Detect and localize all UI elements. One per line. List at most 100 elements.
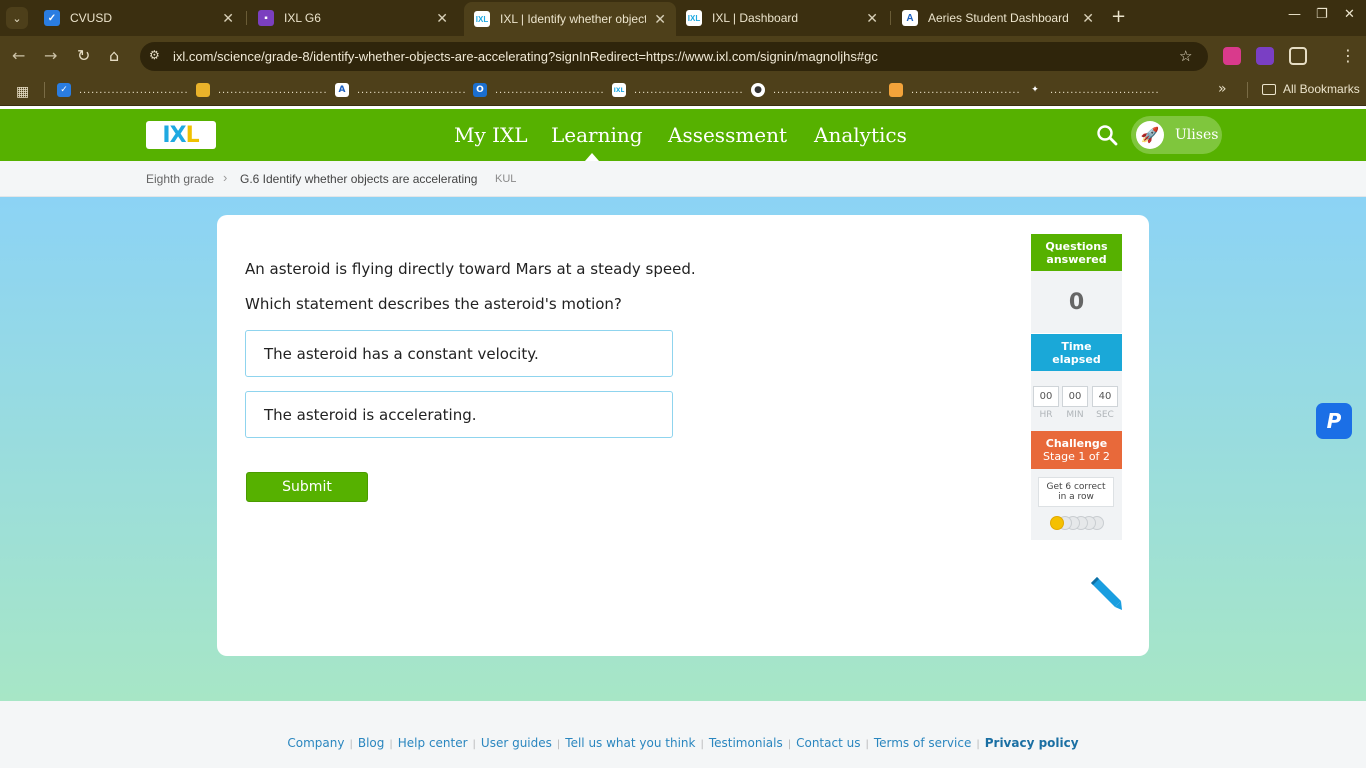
timer-seconds: 40	[1092, 386, 1118, 407]
active-nav-indicator	[585, 153, 599, 161]
minimize-icon[interactable]: —	[1288, 7, 1301, 22]
ixl-favicon-icon: IXL	[474, 11, 490, 27]
footer-link-testimonials[interactable]: Testimonials	[709, 736, 783, 750]
bookmark-item[interactable]: ●...........................	[751, 82, 883, 98]
close-tab-icon[interactable]: ✕	[1082, 10, 1094, 27]
tab-title: IXL G6	[284, 11, 321, 25]
close-tab-icon[interactable]: ✕	[222, 10, 234, 27]
back-icon[interactable]: ←	[12, 46, 25, 65]
ixl-logo[interactable]: IX L	[146, 121, 216, 149]
breadcrumb-skill: G.6 Identify whether objects are acceler…	[240, 172, 478, 186]
bookmark-label: ...........................	[357, 84, 467, 96]
bookmark-label: ...........................	[634, 84, 744, 96]
footer-separator: |	[787, 739, 792, 750]
browser-tab-active[interactable]: IXL IXL | Identify whether objects are ✕	[464, 2, 676, 36]
challenge-goal: Get 6 correct in a row	[1038, 477, 1114, 507]
browser-tab-ixl-dashboard[interactable]: IXL IXL | Dashboard ✕	[676, 4, 888, 32]
bookmark-item[interactable]: ...........................	[889, 82, 1021, 98]
reload-icon[interactable]: ↻	[77, 46, 90, 65]
footer-link-company[interactable]: Company	[287, 736, 344, 750]
challenge-label: Challenge	[1045, 437, 1108, 450]
ixl-favicon-icon: IXL	[686, 10, 702, 26]
extension-icon[interactable]	[1256, 47, 1274, 65]
logo-text: IX	[162, 122, 186, 148]
bookmark-favicon-icon	[196, 83, 210, 97]
apps-grid-icon[interactable]: ▦	[16, 84, 29, 100]
nav-my-ixl[interactable]: My IXL	[454, 123, 528, 147]
tab-title: IXL | Identify whether objects are	[500, 12, 647, 26]
restore-icon[interactable]: ❐	[1316, 7, 1328, 22]
submit-button[interactable]: Submit	[246, 472, 368, 502]
footer-separator: |	[700, 739, 704, 750]
challenge-header: Challenge Stage 1 of 2	[1031, 431, 1122, 469]
bookmark-favicon-icon	[889, 83, 903, 97]
url-text[interactable]: ixl.com/science/grade-8/identify-whether…	[173, 49, 878, 64]
browser-tab-aeries[interactable]: A Aeries Student Dashboard ✕	[892, 4, 1104, 32]
tab-title: IXL | Dashboard	[712, 11, 799, 25]
bookmark-item[interactable]: ...........................	[196, 82, 328, 98]
bookmark-item[interactable]: A...........................	[335, 82, 467, 98]
bookmark-label: ...........................	[1050, 84, 1160, 96]
browser-tab-ixl-g6[interactable]: ▪ IXL G6 ✕	[248, 4, 458, 32]
time-elapsed-header: Time elapsed	[1031, 334, 1122, 371]
footer-link-blog[interactable]: Blog	[358, 736, 385, 750]
avatar: 🚀	[1136, 121, 1164, 149]
bookmark-star-icon[interactable]: ☆	[1179, 47, 1192, 65]
close-window-icon[interactable]: ✕	[1344, 7, 1355, 22]
footer-link-contact-us[interactable]: Contact us	[796, 736, 860, 750]
questions-answered-header: Questions answered	[1031, 234, 1122, 271]
nav-analytics[interactable]: Analytics	[814, 123, 907, 147]
footer-link-help-center[interactable]: Help center	[398, 736, 468, 750]
question-prompt: An asteroid is flying directly toward Ma…	[245, 260, 696, 278]
bookmark-item[interactable]: IXL...........................	[612, 82, 744, 98]
timer-minutes-label: MIN	[1066, 410, 1084, 420]
footer	[0, 701, 1366, 768]
bookmark-favicon-icon: ✦	[1031, 85, 1039, 95]
home-icon[interactable]: ⌂	[109, 46, 119, 65]
questions-answered-label: Questions answered	[1045, 239, 1108, 266]
browser-tab-cvusd[interactable]: ✓ CVUSD ✕	[34, 4, 244, 32]
forward-icon[interactable]: →	[44, 46, 57, 65]
search-icon[interactable]	[1096, 124, 1118, 146]
extension-p-badge-icon[interactable]: P	[1316, 403, 1352, 439]
more-bookmarks-icon[interactable]: »	[1218, 81, 1227, 97]
bookmark-item[interactable]: ✦...........................	[1028, 82, 1160, 98]
outlook-favicon-icon: O	[473, 83, 487, 97]
bookmark-label: ...........................	[495, 84, 605, 96]
bookmark-item[interactable]: ✓...........................	[57, 82, 189, 98]
footer-link-terms[interactable]: Terms of service	[874, 736, 972, 750]
bookmark-label: ...........................	[911, 84, 1021, 96]
answer-choice-accelerating[interactable]: The asteroid is accelerating.	[245, 391, 673, 438]
close-tab-icon[interactable]: ✕	[866, 10, 878, 27]
folder-icon	[1262, 83, 1276, 95]
all-bookmarks-button[interactable]: All Bookmarks	[1262, 82, 1360, 96]
nav-learning[interactable]: Learning	[551, 123, 643, 147]
site-info-icon[interactable]: ⚙	[149, 48, 160, 62]
tab-title: CVUSD	[70, 11, 113, 25]
timer-hours: 00	[1033, 386, 1059, 407]
all-bookmarks-label: All Bookmarks	[1283, 82, 1360, 96]
browser-menu-icon[interactable]: ⋮	[1340, 46, 1356, 65]
scratchpad-pencil-icon[interactable]	[1087, 577, 1123, 611]
footer-link-privacy[interactable]: Privacy policy	[985, 736, 1079, 750]
breadcrumb-grade-link[interactable]: Eighth grade	[146, 172, 214, 186]
extensions-puzzle-icon[interactable]	[1289, 47, 1307, 65]
tab-search-button[interactable]: ⌄	[6, 7, 28, 29]
extension-icon[interactable]	[1223, 47, 1241, 65]
user-menu-button[interactable]: 🚀 Ulises	[1131, 116, 1222, 154]
close-tab-icon[interactable]: ✕	[436, 10, 448, 27]
challenge-stage: Stage 1 of 2	[1043, 450, 1110, 463]
aeries-favicon-icon: A	[902, 10, 918, 26]
bookmark-label: ...........................	[773, 84, 883, 96]
ixl-favicon-icon: IXL	[612, 83, 626, 97]
footer-link-user-guides[interactable]: User guides	[481, 736, 552, 750]
bookmark-item[interactable]: O...........................	[473, 82, 605, 98]
footer-link-feedback[interactable]: Tell us what you think	[565, 736, 695, 750]
nav-assessment[interactable]: Assessment	[668, 123, 787, 147]
bookmarks-divider	[1247, 82, 1248, 98]
close-tab-icon[interactable]: ✕	[654, 11, 666, 28]
footer-separator: |	[865, 739, 869, 750]
new-tab-icon[interactable]: +	[1111, 8, 1126, 26]
answer-choice-constant-velocity[interactable]: The asteroid has a constant velocity.	[245, 330, 673, 377]
footer-separator: |	[976, 739, 980, 750]
